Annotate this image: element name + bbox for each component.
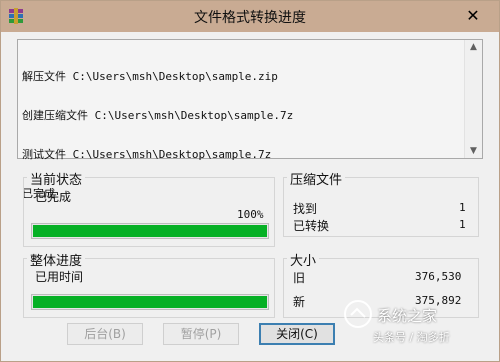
window-title: 文件格式转换进度 (194, 10, 306, 26)
background-button[interactable]: 后台(B) (67, 323, 143, 345)
log-textbox[interactable]: 解压文件 C:\Users\msh\Desktop\sample.zip 创建压… (17, 39, 483, 200)
converted-label: 已转换 (293, 219, 330, 233)
old-size-label: 旧 (293, 271, 306, 285)
close-button[interactable]: 关闭(C) (259, 323, 335, 345)
elapsed-time-label: 已用时间 (35, 270, 84, 284)
compressed-files-label: 压缩文件 (287, 169, 346, 188)
current-status-text: 已完成 (35, 190, 72, 204)
old-size-value: 376,530 (415, 270, 462, 283)
conversion-progress-window: 文件格式转换进度 ✕ 解压文件 C:\Users\msh\Desktop\sam… (0, 0, 500, 362)
converted-value: 1 (459, 218, 466, 231)
title-bar[interactable]: 文件格式转换进度 ✕ (1, 1, 499, 32)
overall-progress-label: 整体进度 (27, 250, 86, 269)
watermark-subtext: 头条号 / 淘多折 (373, 331, 450, 344)
current-progress-bar (31, 223, 269, 239)
scroll-down-arrow-icon[interactable]: ▼ (465, 146, 482, 156)
current-progress-fill (33, 225, 267, 237)
close-icon[interactable]: ✕ (455, 5, 491, 27)
watermark-text: 系统之家 (377, 307, 438, 325)
found-label: 找到 (293, 202, 318, 216)
watermark: 系统之家 头条号 / 淘多折 (343, 299, 493, 347)
log-scrollbar[interactable]: ▲ ▼ (464, 40, 482, 158)
found-value: 1 (459, 201, 466, 214)
log-line: 创建压缩文件 C:\Users\msh\Desktop\sample.7z (22, 109, 294, 122)
current-percent-text: 100% (237, 208, 264, 221)
log-line: 测试文件 C:\Users\msh\Desktop\sample.7z (22, 148, 272, 161)
new-size-label: 新 (293, 295, 306, 309)
overall-progress-fill (33, 296, 267, 308)
overall-progress-bar (31, 294, 269, 310)
log-line: 解压文件 C:\Users\msh\Desktop\sample.zip (22, 70, 278, 83)
scroll-up-arrow-icon[interactable]: ▲ (465, 42, 482, 52)
current-status-label: 当前状态 (27, 169, 86, 188)
size-label: 大小 (287, 250, 320, 269)
watermark-logo-icon (344, 300, 372, 328)
pause-button[interactable]: 暂停(P) (163, 323, 239, 345)
